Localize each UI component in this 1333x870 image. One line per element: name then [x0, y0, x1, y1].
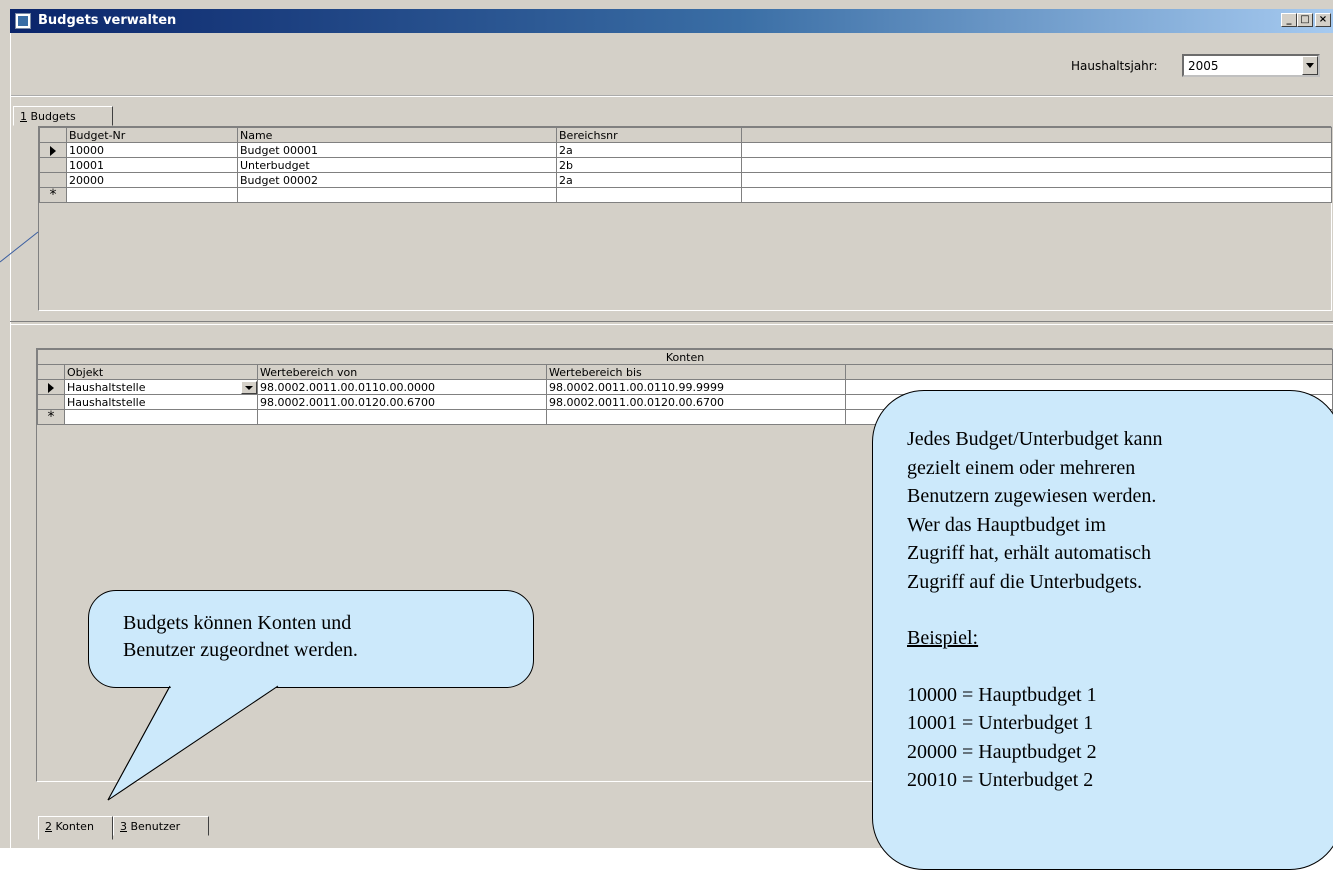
budget-nr-cell[interactable]: 10000	[66, 142, 238, 158]
example-heading: Beispiel:	[907, 627, 979, 649]
maximize-button[interactable]: □	[1297, 13, 1313, 27]
wertebereich-bis-cell[interactable]: 98.0002.0011.00.0110.99.9999	[546, 379, 846, 395]
tab-benutzer[interactable]: 3 Benutzer	[113, 816, 209, 836]
budget-name-cell[interactable]: Unterbudget	[237, 157, 557, 173]
table-row[interactable]: 20000 Budget 00002 2a	[39, 172, 1332, 188]
callout-text-line: Jedes Budget/Unterbudget kann	[907, 428, 1163, 450]
bereichsnr-cell[interactable]: 2a	[556, 142, 742, 158]
callout-text-line: Wer das Hauptbudget im	[907, 513, 1106, 536]
new-row-star-icon: *	[47, 409, 55, 425]
year-value: 2005	[1188, 59, 1219, 73]
wertebereich-von-cell[interactable]: 98.0002.0011.00.0110.00.0000	[257, 379, 547, 395]
table-row[interactable]: 10001 Unterbudget 2b	[39, 157, 1332, 173]
column-header-bereichsnr[interactable]: Bereichsnr	[556, 127, 742, 143]
konten-caption: Konten	[36, 349, 1333, 365]
konten-caption-row: Konten	[36, 349, 1333, 365]
current-row-arrow-icon	[48, 382, 54, 393]
minimize-button[interactable]: _	[1281, 13, 1297, 27]
app-icon[interactable]	[15, 13, 31, 29]
budget-nr-cell[interactable]: 20000	[66, 172, 238, 188]
row-selector-header	[37, 364, 65, 380]
left-callout: Budgets können Konten und Benutzer zugeo…	[88, 590, 534, 688]
tab-benutzer-accel: 3	[120, 820, 127, 833]
new-row-selector[interactable]: *	[37, 409, 65, 425]
konten-header-row: Objekt Wertebereich von Wertebereich bis	[37, 364, 1333, 380]
table-row[interactable]: 10000 Budget 00001 2a	[39, 142, 1332, 158]
example-line: 10001 = Unterbudget 1	[907, 712, 1094, 734]
callout-text-line: Budgets können Konten und	[123, 612, 352, 634]
row-selector[interactable]	[39, 157, 67, 173]
callout-text-line: Zugriff hat, erhält automatisch	[907, 542, 1151, 564]
example-line: 20000 = Hauptbudget 2	[907, 740, 1097, 763]
budget-nr-cell[interactable]: 10001	[66, 157, 238, 173]
budget-name-cell[interactable]: Budget 00002	[237, 172, 557, 188]
row-selector-header	[39, 127, 67, 143]
new-budget-nr-cell[interactable]	[66, 187, 238, 203]
column-header-empty	[741, 127, 1332, 143]
new-von-cell[interactable]	[257, 409, 547, 425]
new-bereichsnr-cell[interactable]	[556, 187, 742, 203]
column-header-wertebereich-von[interactable]: Wertebereich von	[257, 364, 547, 380]
empty-cell	[741, 142, 1332, 158]
column-header-objekt[interactable]: Objekt	[64, 364, 258, 380]
budgets-panel: Budget-Nr Name Bereichsnr 10000 Budget 0…	[38, 126, 1332, 311]
example-line: 20010 = Unterbudget 2	[907, 769, 1094, 791]
current-row-arrow-icon	[50, 145, 56, 156]
close-button[interactable]: ×	[1315, 13, 1331, 27]
empty-cell	[741, 187, 1332, 203]
year-label: Haushaltsjahr:	[1071, 59, 1158, 73]
objekt-cell[interactable]: Haushaltstelle	[64, 394, 258, 410]
tab-budgets-accel: 1	[20, 110, 27, 123]
new-row-selector[interactable]: *	[39, 187, 67, 203]
wertebereich-bis-cell[interactable]: 98.0002.0011.00.0120.00.6700	[546, 394, 846, 410]
title-bar[interactable]: Budgets verwalten _ □ ×	[10, 9, 1333, 33]
tab-budgets-label: Budgets	[27, 110, 76, 123]
column-header-wertebereich-bis[interactable]: Wertebereich bis	[546, 364, 846, 380]
splitter[interactable]	[10, 321, 1333, 325]
new-row-star-icon: *	[49, 187, 57, 203]
row-selector[interactable]	[37, 394, 65, 410]
row-selector[interactable]	[39, 172, 67, 188]
right-callout: Jedes Budget/Unterbudget kann gezielt ei…	[872, 390, 1333, 870]
bereichsnr-cell[interactable]: 2b	[556, 157, 742, 173]
wertebereich-von-cell[interactable]: 98.0002.0011.00.0120.00.6700	[257, 394, 547, 410]
column-header-budget-nr[interactable]: Budget-Nr	[66, 127, 238, 143]
budgets-header-row: Budget-Nr Name Bereichsnr	[39, 127, 1332, 143]
column-header-name[interactable]: Name	[237, 127, 557, 143]
callout-text-line: gezielt einem oder mehreren	[907, 456, 1136, 479]
callout-text-line: Benutzer zugeordnet werden.	[123, 639, 358, 661]
example-line: 10000 = Hauptbudget 1	[907, 683, 1097, 706]
bereichsnr-cell[interactable]: 2a	[556, 172, 742, 188]
window-title: Budgets verwalten	[38, 13, 177, 28]
objekt-cell[interactable]: Haushaltstelle	[64, 379, 258, 395]
row-selector-current[interactable]	[37, 379, 65, 395]
empty-cell	[741, 157, 1332, 173]
tab-konten[interactable]: 2 Konten	[38, 816, 113, 840]
callout-text-line: Benutzern zugewiesen werden.	[907, 485, 1157, 507]
empty-cell	[741, 172, 1332, 188]
tab-konten-label: Konten	[52, 820, 94, 833]
column-header-empty	[844, 364, 1333, 380]
budget-name-cell[interactable]: Budget 00001	[237, 142, 557, 158]
tab-benutzer-label: Benutzer	[127, 820, 181, 833]
new-objekt-cell[interactable]	[64, 409, 258, 425]
new-budget-name-cell[interactable]	[237, 187, 557, 203]
year-toolbar: Haushaltsjahr: 2005	[11, 33, 1333, 97]
objekt-value: Haushaltstelle	[67, 380, 146, 394]
year-select[interactable]: 2005	[1182, 54, 1320, 77]
callout-text-line: Zugriff auf die Unterbudgets.	[907, 570, 1143, 593]
new-row[interactable]: *	[39, 187, 1332, 203]
tab-konten-accel: 2	[45, 820, 52, 833]
chevron-down-icon[interactable]	[1302, 56, 1318, 75]
tab-budgets[interactable]: 1 Budgets	[13, 106, 113, 126]
row-selector-current[interactable]	[39, 142, 67, 158]
budgets-table: Budget-Nr Name Bereichsnr 10000 Budget 0…	[39, 127, 1332, 203]
chevron-down-icon[interactable]	[241, 380, 257, 394]
new-bis-cell[interactable]	[546, 409, 846, 425]
